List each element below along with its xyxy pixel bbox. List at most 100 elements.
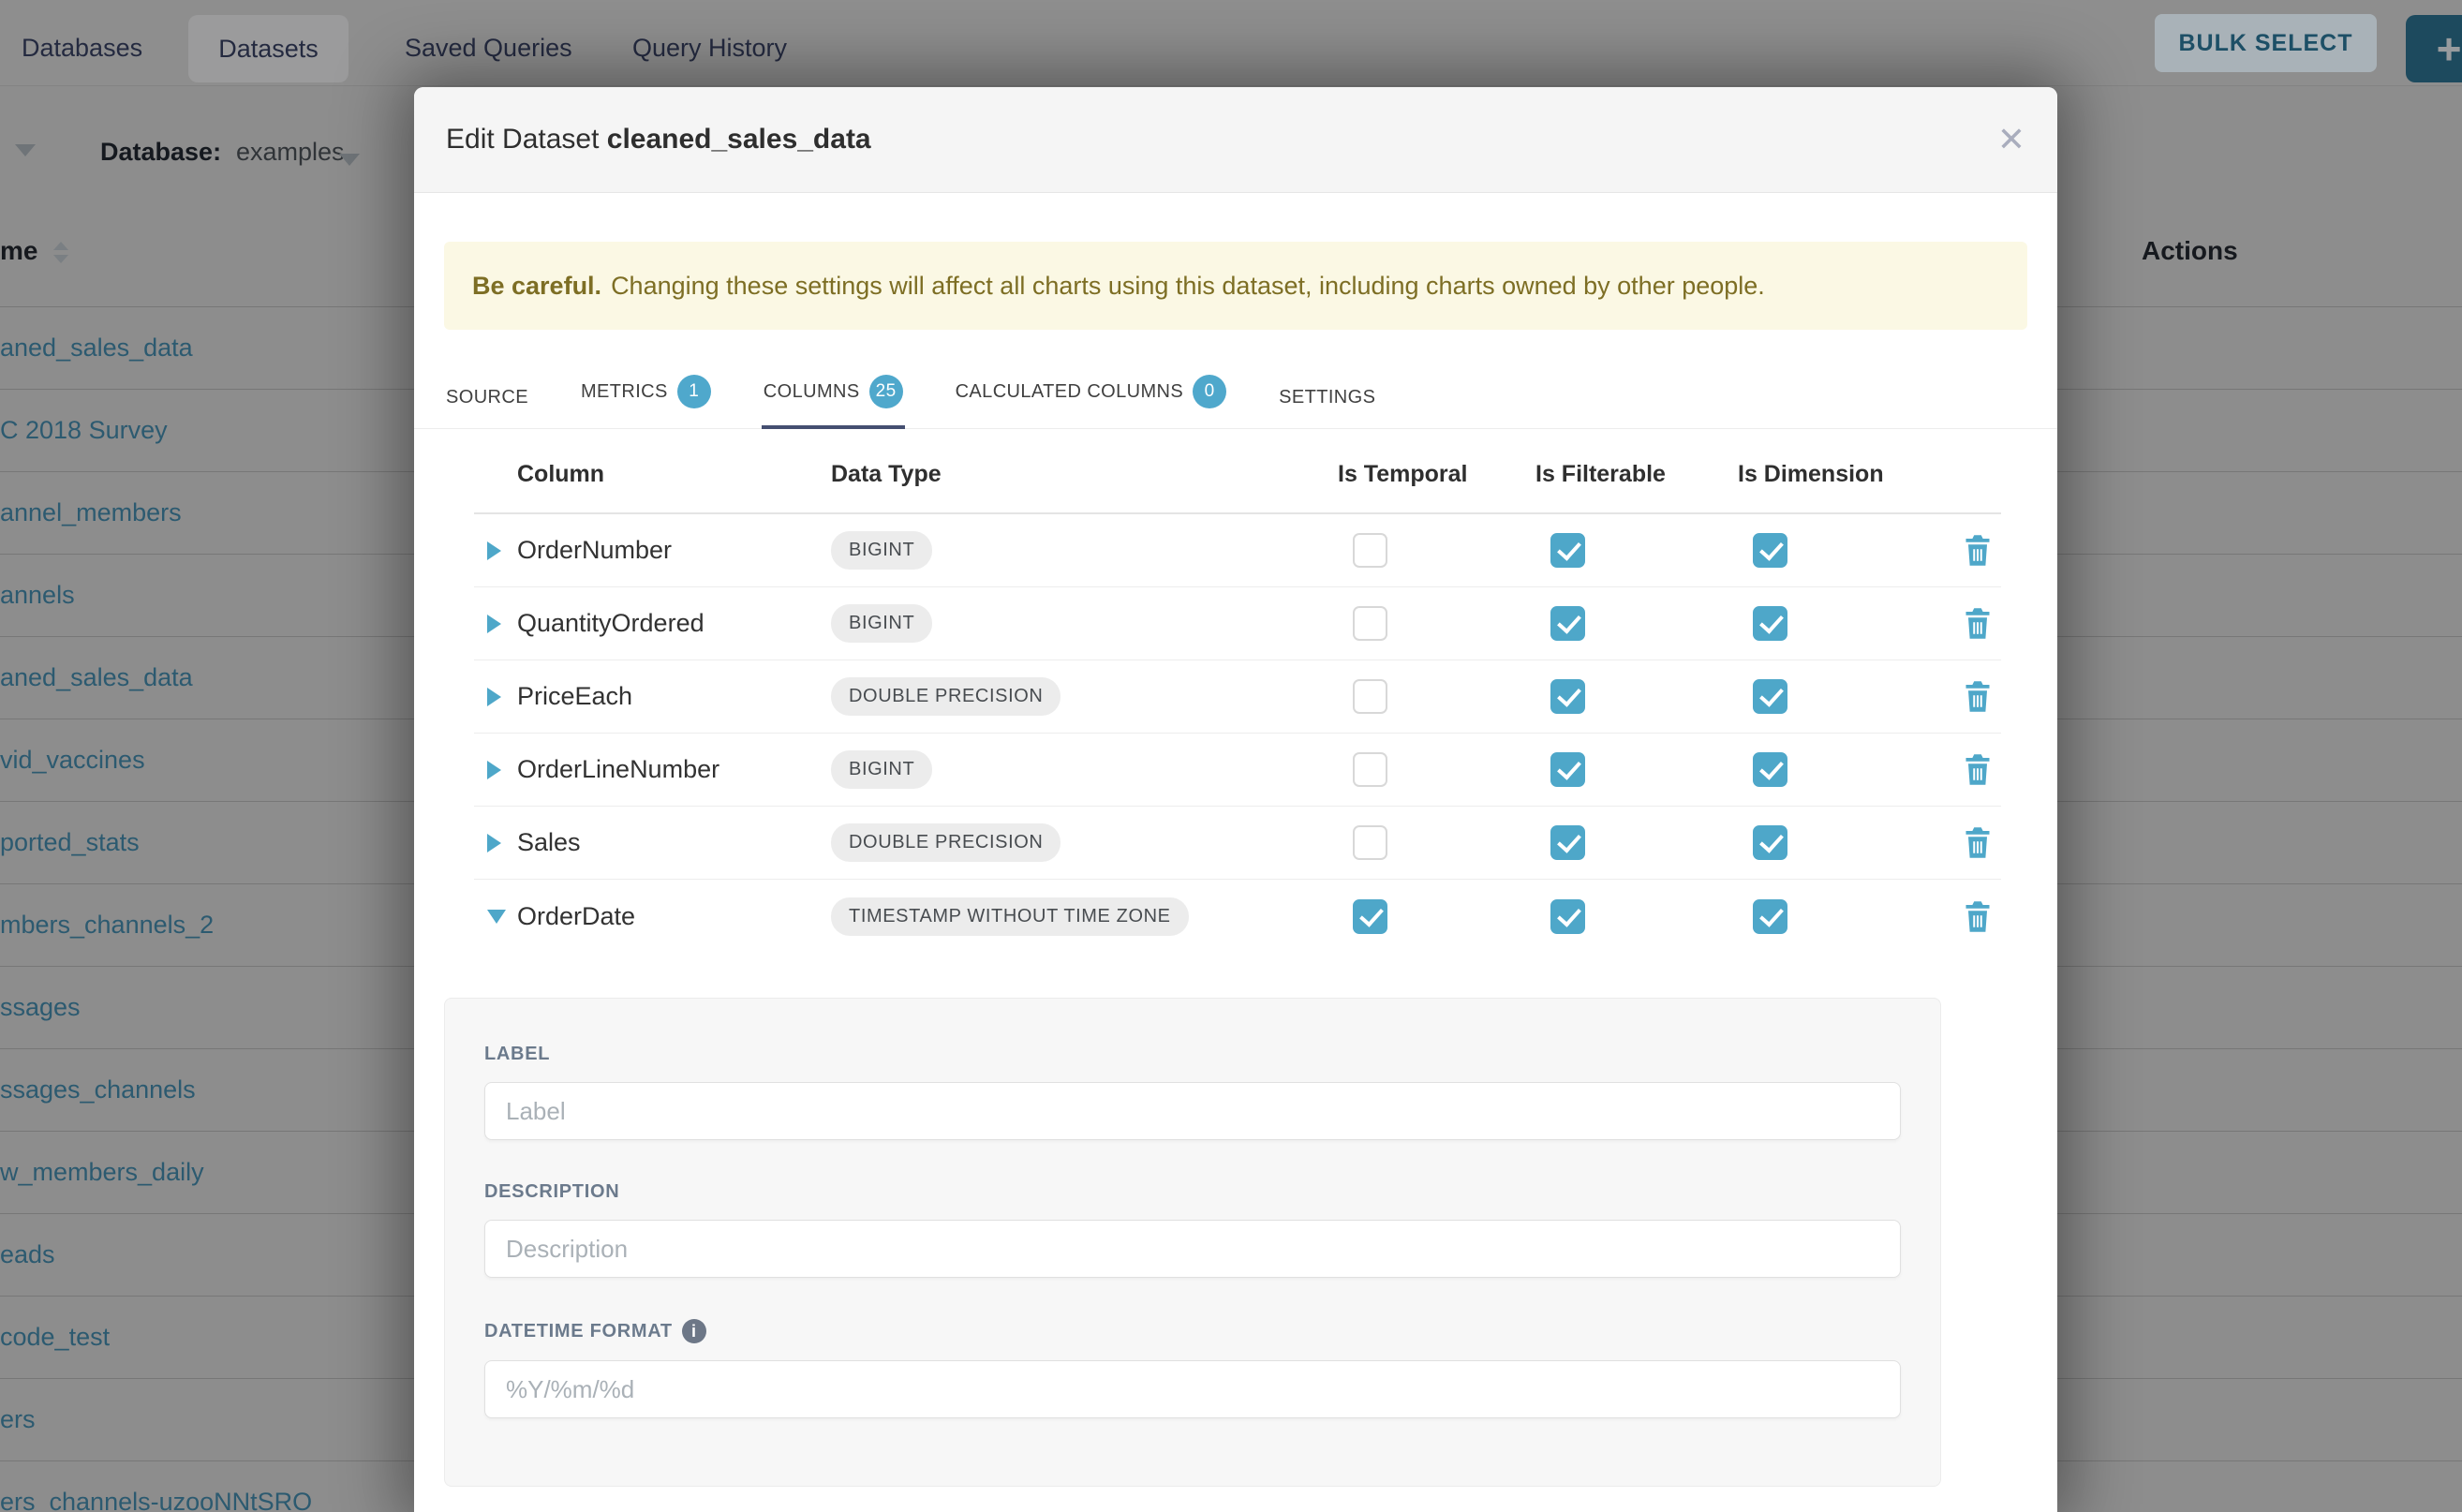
delete-column-icon[interactable] <box>1964 827 1992 858</box>
is-dimension-checkbox[interactable] <box>1753 825 1787 860</box>
screen: Databases Datasets Saved Queries Query H… <box>0 0 2462 1512</box>
is-filterable-checkbox[interactable] <box>1550 752 1585 787</box>
column-row: Sales DOUBLE PRECISION <box>474 807 2001 880</box>
dataset-link[interactable]: ers <box>0 1405 36 1434</box>
top-nav: Databases Datasets Saved Queries Query H… <box>0 0 2462 86</box>
delete-column-icon[interactable] <box>1964 608 1992 639</box>
column-row: OrderNumber BIGINT <box>474 514 2001 587</box>
column-name: OrderNumber <box>517 536 831 565</box>
dataset-link[interactable]: annel_members <box>0 498 182 527</box>
dataset-name: cleaned_sales_data <box>607 124 871 155</box>
data-type-pill: BIGINT <box>831 750 932 789</box>
is-dimension-checkbox[interactable] <box>1753 606 1787 641</box>
is-temporal-checkbox[interactable] <box>1353 533 1387 568</box>
database-filter-value[interactable]: examples <box>236 138 345 167</box>
delete-column-icon[interactable] <box>1964 681 1992 712</box>
tab-settings[interactable]: SETTINGS <box>1277 381 1377 429</box>
column-row: OrderLineNumber BIGINT <box>474 734 2001 807</box>
nav-item-databases[interactable]: Databases <box>22 34 142 63</box>
header-is-dimension: Is Dimension <box>1738 461 1956 488</box>
is-temporal-checkbox[interactable] <box>1353 679 1387 714</box>
chevron-down-icon[interactable] <box>339 154 360 166</box>
description-field-label: DESCRIPTION <box>484 1181 1901 1203</box>
dataset-link[interactable]: ssages_channels <box>0 1075 196 1104</box>
dataset-link[interactable]: ers_channels-uzooNNtSRO <box>0 1488 312 1512</box>
expand-caret-icon[interactable] <box>487 615 501 633</box>
is-filterable-checkbox[interactable] <box>1550 825 1585 860</box>
add-dataset-button[interactable]: + <box>2406 15 2462 82</box>
tab-metrics[interactable]: METRICS 1 <box>579 369 713 429</box>
tab-source[interactable]: SOURCE <box>444 381 530 429</box>
expand-caret-icon[interactable] <box>487 688 501 706</box>
dataset-link[interactable]: aned_sales_data <box>0 663 193 692</box>
dataset-link[interactable]: C 2018 Survey <box>0 416 168 445</box>
sort-icon[interactable] <box>53 242 68 263</box>
edit-dataset-modal: Edit Dataset cleaned_sales_data ✕ Be car… <box>414 87 2057 1512</box>
datetime-format-field-label: DATETIME FORMAT i <box>484 1319 1901 1343</box>
collapse-caret-icon[interactable] <box>487 910 506 924</box>
label-input[interactable] <box>484 1082 1901 1140</box>
is-filterable-checkbox[interactable] <box>1550 679 1585 714</box>
nav-item-saved-queries[interactable]: Saved Queries <box>405 34 572 63</box>
info-icon[interactable]: i <box>682 1319 706 1343</box>
column-name: OrderLineNumber <box>517 755 831 784</box>
tab-columns[interactable]: COLUMNS 25 <box>762 369 905 429</box>
tab-calculated-columns[interactable]: CALCULATED COLUMNS 0 <box>954 369 1229 429</box>
is-filterable-checkbox[interactable] <box>1550 533 1585 568</box>
header-is-temporal: Is Temporal <box>1338 461 1535 488</box>
data-type-pill: DOUBLE PRECISION <box>831 677 1060 716</box>
columns-count-badge: 25 <box>869 375 903 408</box>
column-name: PriceEach <box>517 682 831 711</box>
header-is-filterable: Is Filterable <box>1535 461 1738 488</box>
modal-tabs: SOURCE METRICS 1 COLUMNS 25 CALCULATED C… <box>414 369 2057 429</box>
modal-header: Edit Dataset cleaned_sales_data ✕ <box>414 87 2057 193</box>
dataset-link[interactable]: mbers_channels_2 <box>0 911 214 940</box>
column-detail-panel: LABEL DESCRIPTION DATETIME FORMAT i <box>444 998 1941 1487</box>
delete-column-icon[interactable] <box>1964 535 1992 566</box>
name-column-header[interactable]: me <box>0 236 37 266</box>
expand-caret-icon[interactable] <box>487 761 501 779</box>
dataset-link[interactable]: ported_stats <box>0 828 140 857</box>
nav-item-datasets[interactable]: Datasets <box>188 15 349 82</box>
nav-item-query-history[interactable]: Query History <box>632 34 787 63</box>
is-dimension-checkbox[interactable] <box>1753 679 1787 714</box>
is-dimension-checkbox[interactable] <box>1753 533 1787 568</box>
dataset-link[interactable]: vid_vaccines <box>0 746 145 775</box>
dataset-link[interactable]: aned_sales_data <box>0 334 193 363</box>
datetime-format-input[interactable] <box>484 1360 1901 1418</box>
plus-icon: + <box>2437 23 2462 74</box>
close-icon[interactable]: ✕ <box>1997 123 2025 156</box>
warning-bold: Be careful. <box>472 272 601 301</box>
description-input[interactable] <box>484 1220 1901 1278</box>
column-name: Sales <box>517 828 831 857</box>
data-type-pill: TIMESTAMP WITHOUT TIME ZONE <box>831 897 1189 936</box>
is-temporal-checkbox[interactable] <box>1353 752 1387 787</box>
is-temporal-checkbox[interactable] <box>1353 825 1387 860</box>
data-type-pill: BIGINT <box>831 604 932 643</box>
is-filterable-checkbox[interactable] <box>1550 606 1585 641</box>
is-dimension-checkbox[interactable] <box>1753 899 1787 934</box>
calculated-columns-count-badge: 0 <box>1193 375 1226 408</box>
is-filterable-checkbox[interactable] <box>1550 899 1585 934</box>
dataset-link[interactable]: annels <box>0 581 75 610</box>
dataset-link[interactable]: eads <box>0 1240 55 1269</box>
dataset-link[interactable]: ssages <box>0 993 81 1022</box>
expand-caret-icon[interactable] <box>487 834 501 852</box>
dataset-link[interactable]: w_members_daily <box>0 1158 204 1187</box>
label-field-label: LABEL <box>484 1044 1901 1065</box>
delete-column-icon[interactable] <box>1964 901 1992 932</box>
column-name: QuantityOrdered <box>517 609 831 638</box>
columns-table-header: Column Data Type Is Temporal Is Filterab… <box>474 429 2001 514</box>
delete-column-icon[interactable] <box>1964 754 1992 785</box>
column-row: QuantityOrdered BIGINT <box>474 587 2001 660</box>
header-column: Column <box>517 461 831 488</box>
is-dimension-checkbox[interactable] <box>1753 752 1787 787</box>
is-temporal-checkbox[interactable] <box>1353 899 1387 934</box>
is-temporal-checkbox[interactable] <box>1353 606 1387 641</box>
chevron-down-icon[interactable] <box>15 144 36 156</box>
bulk-select-button[interactable]: BULK SELECT <box>2155 14 2377 72</box>
columns-table: Column Data Type Is Temporal Is Filterab… <box>474 429 2001 953</box>
dataset-link[interactable]: code_test <box>0 1323 110 1352</box>
expand-caret-icon[interactable] <box>487 541 501 560</box>
data-type-pill: BIGINT <box>831 531 932 570</box>
